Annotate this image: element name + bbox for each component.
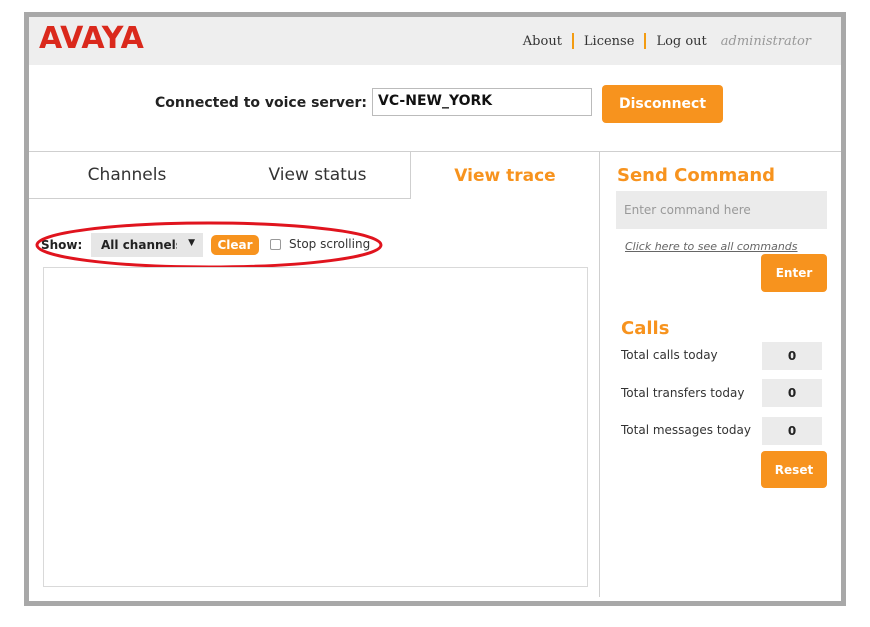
app-window: AVAYA About License Log out administrato… <box>24 12 846 606</box>
license-link[interactable]: License <box>584 34 635 49</box>
total-messages-label: Total messages today <box>621 423 751 437</box>
total-transfers-label: Total transfers today <box>621 386 745 400</box>
total-calls-value: 0 <box>762 342 822 370</box>
clear-button[interactable]: Clear <box>211 235 259 255</box>
nav-separator <box>571 33 574 49</box>
voice-server-field[interactable]: VC-NEW_YORK <box>372 88 592 116</box>
tab-view-status[interactable]: View status <box>225 152 411 199</box>
total-messages-value: 0 <box>762 417 822 445</box>
total-calls-label: Total calls today <box>621 348 718 362</box>
command-input[interactable]: Enter command here <box>616 191 827 229</box>
header-bar: AVAYA About License Log out administrato… <box>29 17 841 65</box>
divider <box>599 151 600 597</box>
current-user: administrator <box>720 33 811 49</box>
all-commands-link[interactable]: Click here to see all commands <box>625 240 798 253</box>
trace-output-area[interactable] <box>43 267 588 587</box>
channel-filter-value: All channels <box>101 238 177 252</box>
avaya-logo: AVAYA <box>39 21 144 56</box>
connection-label: Connected to voice server: <box>155 95 367 111</box>
about-link[interactable]: About <box>523 34 562 49</box>
calls-title: Calls <box>621 318 670 339</box>
show-label: Show: <box>41 238 83 252</box>
top-nav: About License Log out administrator <box>523 33 811 49</box>
stop-scrolling-checkbox[interactable] <box>270 239 281 250</box>
reset-button[interactable]: Reset <box>761 451 827 488</box>
enter-button[interactable]: Enter <box>761 254 827 292</box>
dropdown-caret-icon: ▼ <box>188 238 195 248</box>
total-transfers-value: 0 <box>762 379 822 407</box>
tab-channels[interactable]: Channels <box>29 152 225 199</box>
nav-separator <box>644 33 647 49</box>
send-command-title: Send Command <box>617 165 776 186</box>
channel-filter-select[interactable]: All channels ▼ <box>91 233 203 257</box>
logout-link[interactable]: Log out <box>656 34 706 49</box>
tab-view-trace[interactable]: View trace <box>411 152 599 199</box>
disconnect-button[interactable]: Disconnect <box>602 85 723 123</box>
stop-scrolling-label: Stop scrolling <box>289 237 371 251</box>
